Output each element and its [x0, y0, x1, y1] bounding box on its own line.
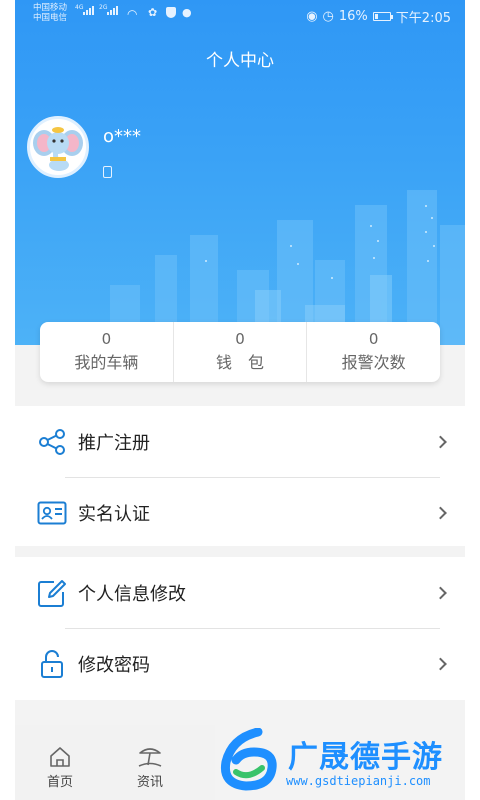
watermark-url: www.gsdtiepianji.com	[286, 774, 431, 788]
shield-icon	[166, 7, 176, 18]
username: o***	[103, 126, 142, 147]
menu-group-1: 推广注册 实名认证	[15, 406, 465, 546]
tab-home[interactable]: 首页	[35, 745, 85, 790]
battery-percent: 16%	[338, 9, 368, 24]
lock-icon	[41, 649, 63, 678]
chevron-right-icon	[434, 657, 447, 670]
chevron-right-icon	[434, 435, 447, 448]
stat-alarm-count[interactable]: 0 报警次数	[307, 322, 440, 382]
profile-header: 中国移动 中国电信 4G 2G ◠ ✿ ● ◉ ◷ 16% 下午2:05 个人中…	[15, 0, 465, 345]
alarm-icon: ◷	[322, 9, 334, 24]
app-notify-icon: ✿	[148, 6, 158, 19]
menu-item-promote-register[interactable]: 推广注册	[15, 406, 465, 477]
stat-value: 0	[101, 330, 112, 348]
watermark-logo-icon	[220, 728, 277, 791]
signal-icon-2	[107, 6, 118, 15]
news-icon	[138, 748, 162, 767]
carrier-2: 中国电信	[33, 13, 68, 23]
dumbo-elephant-avatar-icon	[33, 127, 83, 171]
stat-label: 报警次数	[341, 353, 406, 372]
home-icon	[50, 747, 70, 767]
tab-label: 资讯	[136, 775, 163, 790]
status-right: ◉ ◷ 16% 下午2:05	[306, 7, 451, 26]
carrier-1: 中国移动	[33, 3, 68, 13]
menu-item-label: 个人信息修改	[78, 583, 186, 605]
status-bar: 中国移动 中国电信 4G 2G ◠ ✿ ● ◉ ◷ 16% 下午2:05	[15, 0, 465, 30]
menu-item-label: 实名认证	[78, 503, 150, 525]
edit-icon	[38, 579, 66, 607]
menu-group-2: 个人信息修改 修改密码	[15, 557, 465, 700]
signal-icon-1	[83, 6, 94, 15]
menu-item-label: 修改密码	[78, 654, 150, 676]
menu-item-label: 推广注册	[78, 432, 150, 454]
menu-item-real-name-auth[interactable]: 实名认证	[15, 477, 465, 548]
tab-news[interactable]: 资讯	[125, 745, 175, 790]
stat-my-vehicles[interactable]: 0 我的车辆	[40, 322, 174, 382]
wifi-icon: ◠	[127, 7, 138, 21]
wechat-icon: ●	[182, 6, 192, 19]
menu-item-edit-profile[interactable]: 个人信息修改	[15, 557, 465, 628]
share-icon	[39, 428, 65, 455]
app-screen: 中国移动 中国电信 4G 2G ◠ ✿ ● ◉ ◷ 16% 下午2:05 个人中…	[15, 0, 465, 800]
menu-item-change-password[interactable]: 修改密码	[15, 628, 465, 699]
page: 中国移动 中国电信 4G 2G ◠ ✿ ● ◉ ◷ 16% 下午2:05 个人中…	[0, 0, 480, 800]
battery-icon	[372, 12, 393, 21]
stat-wallet[interactable]: 0 钱 包	[174, 322, 308, 382]
watermark-text: 广晟德手游	[288, 740, 443, 775]
phone-icon	[103, 166, 112, 178]
avatar[interactable]	[27, 116, 89, 178]
stats-card: 0 我的车辆 0 钱 包 0 报警次数	[40, 322, 440, 382]
site-watermark: 广晟德手游 www.gsdtiepianji.com	[218, 722, 480, 800]
carrier-labels: 中国移动 中国电信	[33, 3, 67, 23]
page-title: 个人中心	[206, 51, 274, 71]
eye-icon: ◉	[306, 9, 318, 24]
id-card-icon	[37, 501, 67, 524]
clock-time: 下午2:05	[395, 11, 451, 26]
stat-label: 我的车辆	[74, 353, 139, 372]
stat-label: 钱 包	[216, 353, 265, 372]
chevron-right-icon	[434, 506, 447, 519]
stat-value: 0	[235, 330, 245, 348]
bottom-tab-bar: 首页 资讯	[15, 725, 215, 800]
stat-value: 0	[368, 330, 379, 348]
chevron-right-icon	[434, 586, 447, 599]
tab-label: 首页	[46, 775, 73, 790]
city-skyline-illustration	[110, 190, 465, 345]
